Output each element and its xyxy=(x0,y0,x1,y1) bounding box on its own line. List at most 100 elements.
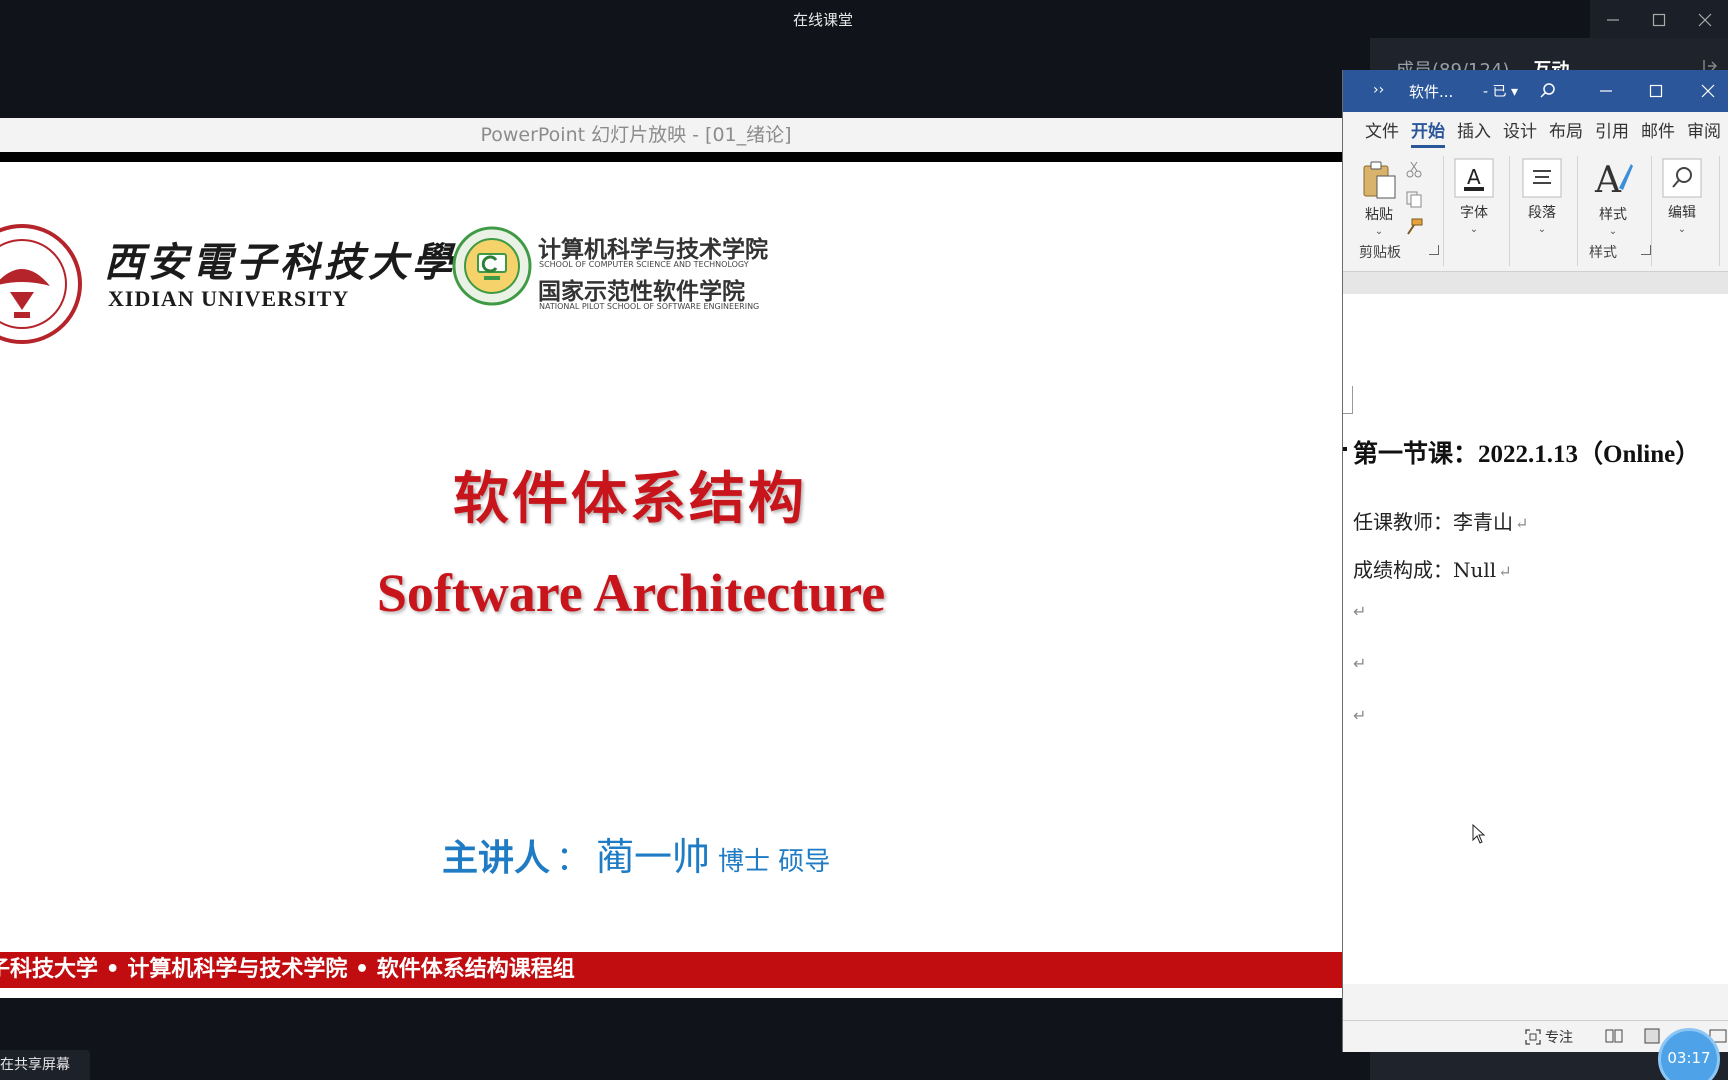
font-label: 字体 xyxy=(1460,205,1488,221)
menu-design[interactable]: 设计 xyxy=(1497,112,1543,152)
minimize-icon xyxy=(1600,90,1612,92)
styles-group-label: 样式 xyxy=(1589,245,1617,261)
screen-share-status[interactable]: 在共享屏幕 xyxy=(0,1050,90,1080)
menu-mailings[interactable]: 邮件 xyxy=(1635,112,1681,152)
cs-school-logo xyxy=(452,226,532,306)
svg-text:A: A xyxy=(1467,165,1481,189)
chevron-down-icon: ⌄ xyxy=(1677,224,1687,235)
chevron-down-icon: ⌄ xyxy=(1537,224,1547,235)
window-controls xyxy=(1590,0,1728,40)
paragraph-icon xyxy=(1522,158,1562,198)
search-icon xyxy=(1540,83,1555,98)
maximize-button[interactable] xyxy=(1636,0,1682,40)
ribbon-separator xyxy=(1443,156,1444,266)
slide-footer: 子科技大学 • 计算机科学与技术学院 • 软件体系结构课程组 xyxy=(0,952,1342,988)
cut-icon xyxy=(1406,161,1422,178)
ppt-window-title: PowerPoint 幻灯片放映 - [01_绪论] xyxy=(480,124,792,146)
doc-heading: 第一节课：2022.1.13（Online） xyxy=(1343,434,1700,470)
menu-insert[interactable]: 插入 xyxy=(1451,112,1497,152)
presenter-colon: ： xyxy=(556,839,591,879)
menu-layout[interactable]: 布局 xyxy=(1543,112,1589,152)
word-close-button[interactable] xyxy=(1701,70,1715,112)
software-school-name-cn: 国家示范性软件学院 xyxy=(538,279,745,305)
paragraph-mark: ↵ xyxy=(1353,654,1367,673)
format-painter-button[interactable] xyxy=(1403,218,1425,240)
focus-mode-button[interactable]: 专注 xyxy=(1525,1027,1573,1047)
xidian-seal-logo xyxy=(0,224,82,344)
ppt-titlebar: PowerPoint 幻灯片放映 - [01_绪论] xyxy=(0,118,1342,152)
styles-button[interactable]: A 样式 ⌄ xyxy=(1589,158,1637,237)
presenter-label: 主讲人 xyxy=(442,838,551,879)
editing-search-icon xyxy=(1662,158,1702,198)
doc-grade-line: 成绩构成：Null ↵ xyxy=(1353,554,1512,583)
word-maximize-button[interactable] xyxy=(1649,70,1663,112)
margin-corner-mark xyxy=(1343,386,1353,414)
word-search-button[interactable] xyxy=(1539,70,1557,112)
paste-button[interactable]: 粘贴 ⌄ xyxy=(1359,160,1399,237)
svg-text:A: A xyxy=(1594,160,1622,200)
presenter-line: 主讲人：蔺一帅 博士 硕导 xyxy=(442,826,830,881)
copy-button[interactable] xyxy=(1403,190,1425,212)
menu-review[interactable]: 审阅 xyxy=(1681,112,1727,152)
copy-icon xyxy=(1406,191,1422,208)
editing-button[interactable]: 编辑 ⌄ xyxy=(1661,158,1703,235)
doc-grade-text: 成绩构成：Null xyxy=(1353,558,1497,582)
xidian-name-cn: 西安電子科技大學 xyxy=(104,239,456,286)
ribbon-separator xyxy=(1509,156,1510,266)
close-button[interactable] xyxy=(1682,0,1728,40)
menu-file[interactable]: 文件 xyxy=(1359,112,1405,152)
ribbon-separator xyxy=(1577,156,1578,266)
clipboard-group-label: 剪贴板 xyxy=(1359,245,1401,261)
maximize-icon xyxy=(1652,13,1666,27)
slide: 西安電子科技大學 XIDIAN UNIVERSITY 计算机科学与技术学院 SC… xyxy=(0,162,1342,998)
document-page[interactable]: 第一节课：2022.1.13（Online） 任课教师：李青山 ↵ 成绩构成：Nu… xyxy=(1343,294,1728,984)
cs-school-name-en: SCHOOL OF COMPUTER SCIENCE AND TECHNOLOG… xyxy=(539,260,749,269)
minimize-icon xyxy=(1607,19,1619,21)
presenter-degree: 博士 硕导 xyxy=(718,847,831,877)
presenter-name: 蔺一帅 xyxy=(596,835,711,879)
paragraph-button[interactable]: 段落 ⌄ xyxy=(1521,158,1563,235)
format-painter-icon xyxy=(1407,218,1423,235)
ribbon-separator xyxy=(1719,156,1720,266)
word-titlebar: ›› 软件... - 已 ▾ xyxy=(1343,70,1728,112)
word-save-status[interactable]: - 已 ▾ xyxy=(1483,81,1518,101)
page-gap xyxy=(1343,272,1728,294)
menu-home[interactable]: 开始 xyxy=(1405,112,1451,152)
focus-label: 专注 xyxy=(1545,1030,1573,1046)
font-button[interactable]: A 字体 ⌄ xyxy=(1453,158,1495,235)
print-layout-icon[interactable] xyxy=(1643,1028,1661,1044)
slide-footer-text: 子科技大学 • 计算机科学与技术学院 • 软件体系结构课程组 xyxy=(0,957,575,982)
slide-title-cn: 软件体系结构 xyxy=(453,467,807,532)
quick-access-chevron-icon[interactable]: ›› xyxy=(1373,82,1384,98)
minimize-button[interactable] xyxy=(1590,0,1636,40)
mouse-cursor-icon xyxy=(1472,824,1486,844)
word-window: ›› 软件... - 已 ▾ 文件 开始 插入 设计 布局 引用 邮件 审阅 粘… xyxy=(1342,70,1728,1052)
word-menu: 文件 开始 插入 设计 布局 引用 邮件 审阅 xyxy=(1343,112,1728,152)
chevron-down-icon: ⌄ xyxy=(1608,226,1618,237)
clipboard-launcher-icon[interactable] xyxy=(1429,245,1439,255)
menu-references[interactable]: 引用 xyxy=(1589,112,1635,152)
paragraph-mark: ↵ xyxy=(1353,706,1367,725)
ribbon-separator xyxy=(1651,156,1652,266)
cs-school-name-cn: 计算机科学与技术学院 xyxy=(538,237,768,263)
read-mode-icon[interactable] xyxy=(1605,1028,1623,1044)
paste-label: 粘贴 xyxy=(1365,207,1393,223)
word-doc-name: 软件... xyxy=(1409,83,1454,101)
slide-title-en: Software Architecture xyxy=(376,563,886,623)
doc-teacher-line: 任课教师：李青山 ↵ xyxy=(1353,506,1528,535)
maximize-icon xyxy=(1649,84,1663,98)
software-school-name-en: NATIONAL PILOT SCHOOL OF SOFTWARE ENGINE… xyxy=(539,302,760,311)
paragraph-mark: ↵ xyxy=(1515,514,1529,533)
styles-launcher-icon[interactable] xyxy=(1641,245,1651,255)
paragraph-mark: ↵ xyxy=(1353,602,1367,621)
paragraph-mark: ↵ xyxy=(1498,562,1512,581)
word-minimize-button[interactable] xyxy=(1599,70,1613,112)
cut-button[interactable] xyxy=(1403,160,1425,182)
chevron-down-icon: ⌄ xyxy=(1469,224,1479,235)
chevron-down-icon: ⌄ xyxy=(1374,226,1384,237)
close-icon xyxy=(1701,84,1715,98)
font-icon: A xyxy=(1454,158,1494,198)
focus-icon xyxy=(1525,1029,1541,1045)
doc-teacher-text: 任课教师：李青山 xyxy=(1353,510,1513,534)
app-title-bar: 在线课堂 xyxy=(0,0,1728,40)
